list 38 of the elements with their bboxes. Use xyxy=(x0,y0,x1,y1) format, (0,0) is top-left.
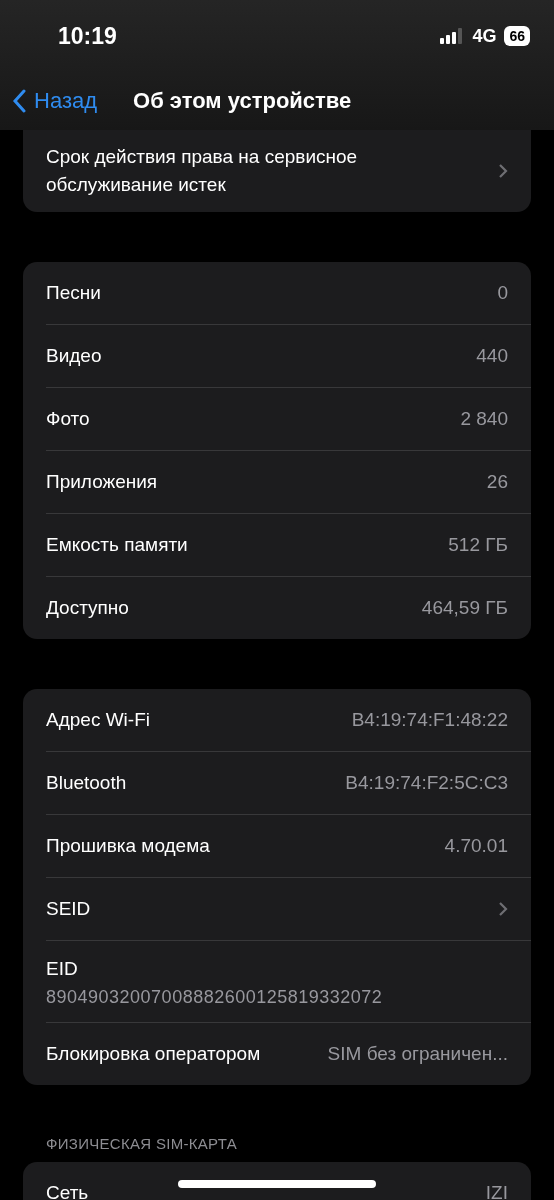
row-label: Прошивка модема xyxy=(46,834,210,859)
row-label: Срок действия права на сервисное обслуживание истек xyxy=(46,145,359,197)
row-value: 2 840 xyxy=(460,408,508,430)
section-header: ФИЗИЧЕСКАЯ SIM-КАРТА xyxy=(45,1134,238,1154)
row-label: Фото xyxy=(46,407,90,432)
row-label: Bluetooth xyxy=(46,771,127,796)
row-label: Емкость памяти xyxy=(46,533,188,558)
row-value: 0 xyxy=(497,282,508,304)
battery-level: 66 xyxy=(504,26,530,46)
row-value: IZI xyxy=(485,1181,508,1200)
row-value: B4:19:74:F1:48:22 xyxy=(351,709,508,731)
row-value: 89049032007008882600125819332072 xyxy=(46,986,384,1008)
row-label: Адрес Wi-Fi xyxy=(46,708,150,733)
row-label: Видео xyxy=(46,344,102,369)
back-chevron-icon xyxy=(12,89,26,113)
list-row[interactable]: SEID xyxy=(46,877,531,940)
row-value: B4:19:74:F2:5C:C3 xyxy=(345,772,508,794)
row-label: SEID xyxy=(46,897,91,922)
back-button[interactable]: Назад xyxy=(12,88,98,114)
row-label: Доступно xyxy=(46,596,129,621)
row-value: SIM без ограничен... xyxy=(327,1042,508,1065)
chevron-icon xyxy=(498,163,508,179)
row-value: 512 ГБ xyxy=(448,534,508,556)
row-label: Песни xyxy=(46,281,101,306)
page-title: Об этом устройстве xyxy=(133,88,352,114)
row-value: 440 xyxy=(476,345,508,367)
row-label: EID xyxy=(46,957,79,981)
chevron-icon xyxy=(498,901,508,917)
row-label: Приложения xyxy=(46,470,158,495)
list-row[interactable]: Срок действия права на сервисное обслуживание истек xyxy=(46,130,531,212)
network-type: 4G xyxy=(472,25,497,47)
row-label: Блокировка оператором xyxy=(46,1041,261,1066)
status-time: 10:19 xyxy=(58,22,117,50)
row-value: 4.70.01 xyxy=(444,835,508,857)
row-value: 464,59 ГБ xyxy=(421,597,508,619)
signal-icon xyxy=(440,28,465,44)
row-label: Сеть xyxy=(46,1180,89,1200)
row-value: 26 xyxy=(486,471,508,493)
